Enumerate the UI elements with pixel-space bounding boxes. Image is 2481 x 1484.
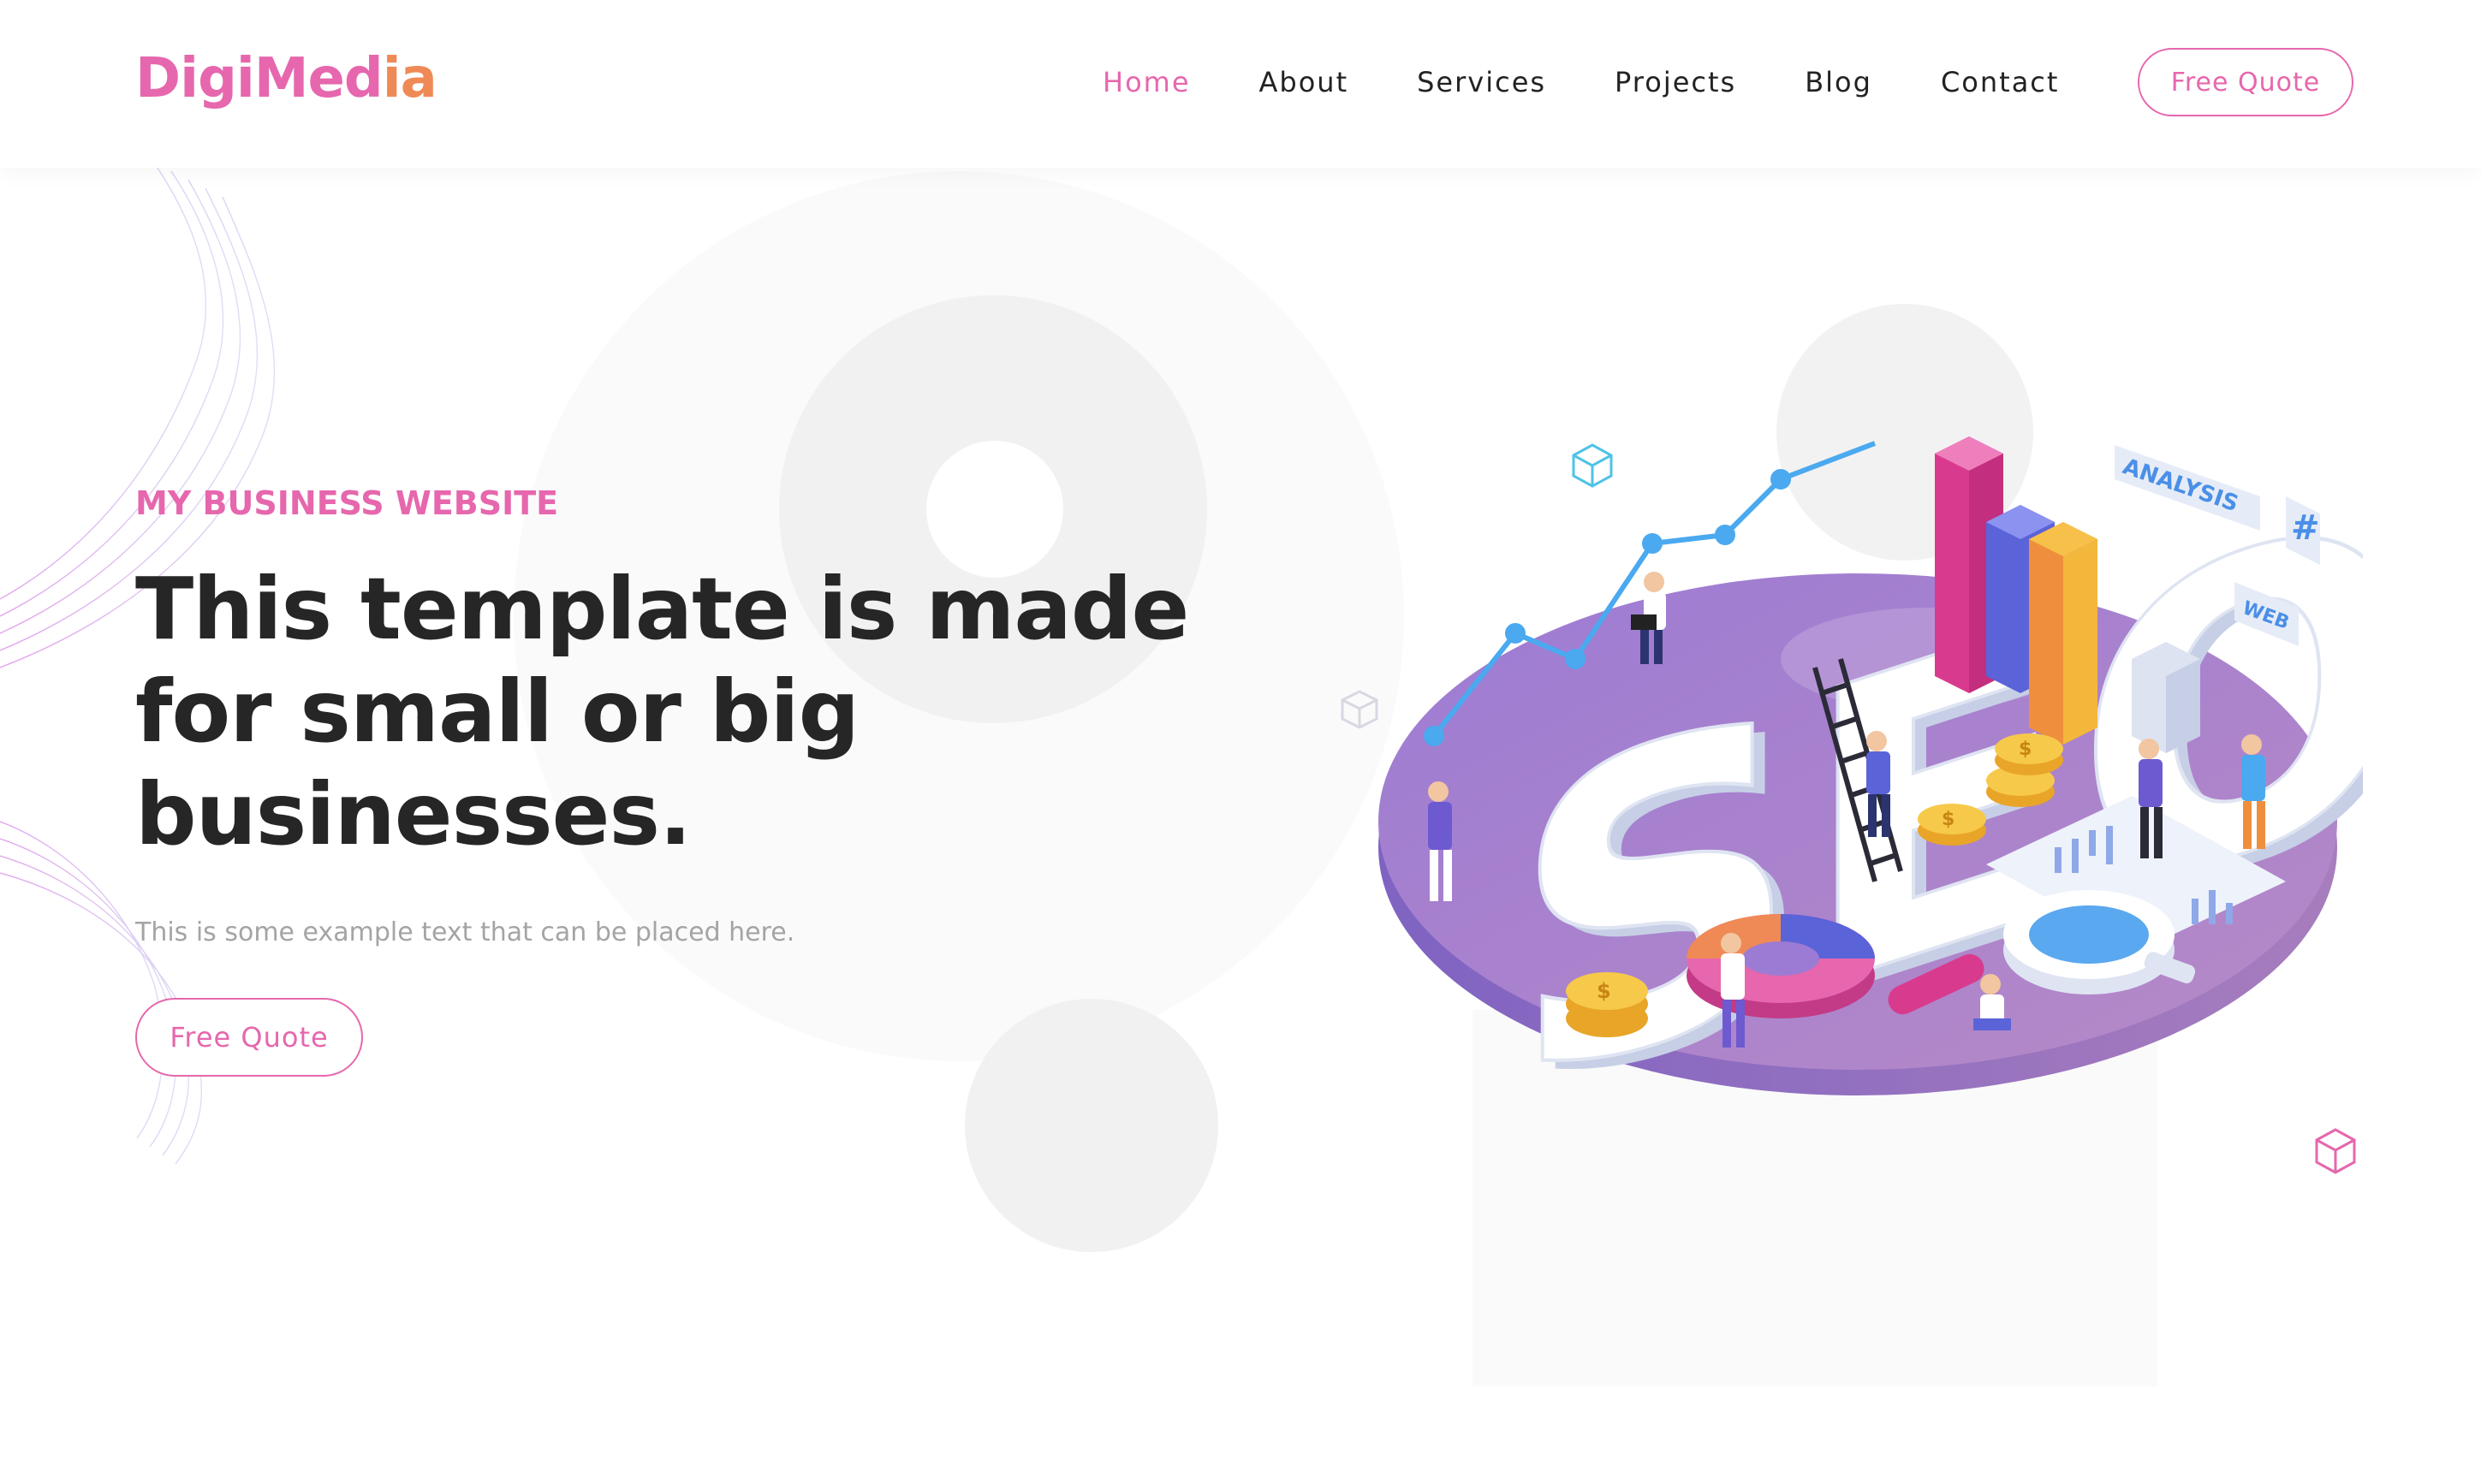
coin-stack-icon: $ bbox=[1918, 804, 1986, 846]
main-nav: Home About Services Projects Blog Contac… bbox=[1103, 51, 2059, 113]
nav-home[interactable]: Home bbox=[1103, 51, 1191, 113]
logo-text-accent: ia bbox=[382, 47, 437, 110]
svg-text:$: $ bbox=[2019, 739, 2032, 760]
coin-stack-icon: $ bbox=[1986, 733, 2063, 807]
logo[interactable]: DigiMedia bbox=[135, 45, 437, 113]
hero-headline: This template is made for small or big b… bbox=[135, 559, 1189, 864]
seo-illustration: SEO SEO ANALYSIS # WEB $ $ $ bbox=[1341, 416, 2363, 1190]
hero-eyebrow: MY BUSINESS WEBSITE bbox=[135, 484, 559, 522]
cube-icon bbox=[1341, 690, 1378, 729]
nav-projects[interactable]: Projects bbox=[1615, 51, 1736, 113]
hero-section: MY BUSINESS WEBSITE This template is mad… bbox=[135, 479, 1231, 952]
hero-subtext: This is some example text that can be pl… bbox=[135, 917, 795, 947]
site-header: DigiMedia Home About Services Projects B… bbox=[0, 0, 2481, 168]
cube-icon bbox=[2315, 1128, 2356, 1174]
svg-text:$: $ bbox=[1597, 979, 1611, 1003]
svg-text:$: $ bbox=[1942, 809, 1954, 830]
logo-text-main: DigiMed bbox=[135, 47, 384, 110]
hero-free-quote-button[interactable]: Free Quote bbox=[135, 998, 363, 1077]
nav-blog[interactable]: Blog bbox=[1805, 51, 1872, 113]
header-free-quote-button[interactable]: Free Quote bbox=[2138, 48, 2353, 116]
server-icon bbox=[2132, 642, 2200, 753]
cube-icon bbox=[1572, 443, 1613, 488]
nav-services[interactable]: Services bbox=[1417, 51, 1546, 113]
donut-chart-icon bbox=[1687, 914, 1875, 1018]
nav-about[interactable]: About bbox=[1259, 51, 1349, 113]
svg-text:#: # bbox=[2291, 508, 2320, 548]
nav-contact[interactable]: Contact bbox=[1941, 51, 2060, 113]
coin-stack-icon: $ bbox=[1566, 972, 1648, 1037]
